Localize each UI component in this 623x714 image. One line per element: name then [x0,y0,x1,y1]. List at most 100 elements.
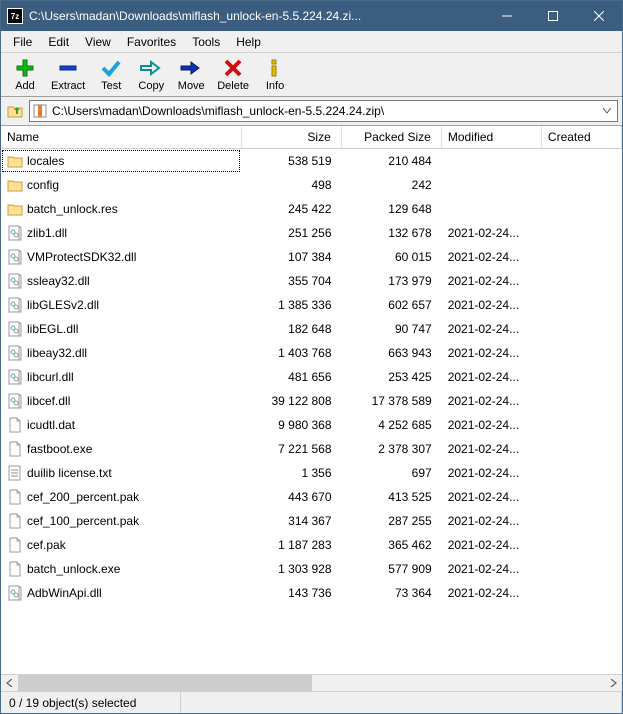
close-button[interactable] [576,1,622,31]
minimize-button[interactable] [484,1,530,31]
file-created [542,149,622,173]
file-size: 1 385 336 [241,293,341,317]
file-modified: 2021-02-24... [442,365,542,389]
file-size: 7 221 568 [241,437,341,461]
delete-button[interactable]: Delete [211,55,255,94]
table-row[interactable]: libcurl.dll481 656253 4252021-02-24... [1,365,622,389]
file-modified: 2021-02-24... [442,485,542,509]
column-modified[interactable]: Modified [441,126,541,149]
file-created [542,485,622,509]
table-row[interactable]: ssleay32.dll355 704173 9792021-02-24... [1,269,622,293]
file-modified: 2021-02-24... [442,221,542,245]
scroll-left-button[interactable] [1,675,18,692]
chevron-left-icon [6,679,13,687]
folder-up-icon [7,103,23,119]
file-modified: 2021-02-24... [442,461,542,485]
table-row[interactable]: batch_unlock.exe1 303 928577 9092021-02-… [1,557,622,581]
file-packed-size: 253 425 [342,365,442,389]
txt-icon [7,465,23,481]
file-size: 498 [241,173,341,197]
table-row[interactable]: AdbWinApi.dll143 73673 3642021-02-24... [1,581,622,605]
table-row[interactable]: locales538 519210 484 [1,149,622,173]
file-modified: 2021-02-24... [442,245,542,269]
scroll-track[interactable] [18,675,605,691]
file-size: 1 303 928 [241,557,341,581]
add-button[interactable]: Add [5,55,45,94]
file-modified [442,173,542,197]
file-created [542,389,622,413]
table-row[interactable]: VMProtectSDK32.dll107 38460 0152021-02-2… [1,245,622,269]
table-row[interactable]: icudtl.dat9 980 3684 252 6852021-02-24..… [1,413,622,437]
file-packed-size: 242 [342,173,442,197]
file-created [542,581,622,605]
scroll-right-button[interactable] [605,675,622,692]
table-row[interactable]: fastboot.exe7 221 5682 378 3072021-02-24… [1,437,622,461]
file-created [542,533,622,557]
file-packed-size: 287 255 [342,509,442,533]
dll-icon [7,369,23,385]
file-name: ssleay32.dll [27,274,90,288]
table-row[interactable]: batch_unlock.res245 422129 648 [1,197,622,221]
menu-help[interactable]: Help [228,33,269,51]
file-name: libEGL.dll [27,322,78,336]
column-packed-size[interactable]: Packed Size [341,126,441,149]
maximize-button[interactable] [530,1,576,31]
file-created [542,173,622,197]
table-row[interactable]: libcef.dll39 122 80817 378 5892021-02-24… [1,389,622,413]
file-icon [7,441,23,457]
table-row[interactable]: zlib1.dll251 256132 6782021-02-24... [1,221,622,245]
column-created[interactable]: Created [541,126,621,149]
file-created [542,437,622,461]
dll-icon [7,297,23,313]
move-button[interactable]: Move [171,55,211,94]
copy-button[interactable]: Copy [131,55,171,94]
file-modified: 2021-02-24... [442,317,542,341]
file-created [542,293,622,317]
dll-icon [7,273,23,289]
window-title: C:\Users\madan\Downloads\miflash_unlock-… [29,9,484,23]
plus-icon [13,57,37,79]
file-modified: 2021-02-24... [442,509,542,533]
file-packed-size: 697 [342,461,442,485]
scroll-thumb[interactable] [18,675,312,691]
status-selection: 0 / 19 object(s) selected [1,692,181,713]
table-row[interactable]: libeay32.dll1 403 768663 9432021-02-24..… [1,341,622,365]
table-row[interactable]: cef.pak1 187 283365 4622021-02-24... [1,533,622,557]
up-button[interactable] [5,101,25,121]
file-name: libGLESv2.dll [27,298,99,312]
file-name: config [27,178,59,192]
file-size: 1 187 283 [241,533,341,557]
delete-label: Delete [217,80,249,92]
menu-view[interactable]: View [77,33,119,51]
column-size[interactable]: Size [241,126,341,149]
menu-favorites[interactable]: Favorites [119,33,184,51]
table-row[interactable]: duilib license.txt1 3566972021-02-24... [1,461,622,485]
path-box[interactable]: C:\Users\madan\Downloads\miflash_unlock-… [29,100,618,122]
file-packed-size: 173 979 [342,269,442,293]
extract-button[interactable]: Extract [45,55,91,94]
test-button[interactable]: Test [91,55,131,94]
menu-file[interactable]: File [5,33,40,51]
table-row[interactable]: libGLESv2.dll1 385 336602 6572021-02-24.… [1,293,622,317]
file-name: duilib license.txt [27,466,112,480]
file-name: libcurl.dll [27,370,74,384]
menu-bar: File Edit View Favorites Tools Help [1,31,622,53]
file-packed-size: 365 462 [342,533,442,557]
table-row[interactable]: config 498242 [1,173,622,197]
path-dropdown[interactable] [599,101,615,121]
info-button[interactable]: Info [255,55,295,94]
dll-icon [7,321,23,337]
column-name[interactable]: Name [1,126,241,149]
table-row[interactable]: libEGL.dll182 64890 7472021-02-24... [1,317,622,341]
menu-tools[interactable]: Tools [184,33,228,51]
file-packed-size: 413 525 [342,485,442,509]
path-text: C:\Users\madan\Downloads\miflash_unlock-… [48,104,599,118]
file-packed-size: 602 657 [342,293,442,317]
info-icon [263,57,287,79]
file-size: 538 519 [241,149,341,173]
file-size: 182 648 [241,317,341,341]
horizontal-scrollbar[interactable] [1,674,622,691]
table-row[interactable]: cef_100_percent.pak314 367287 2552021-02… [1,509,622,533]
table-row[interactable]: cef_200_percent.pak443 670413 5252021-02… [1,485,622,509]
menu-edit[interactable]: Edit [40,33,77,51]
